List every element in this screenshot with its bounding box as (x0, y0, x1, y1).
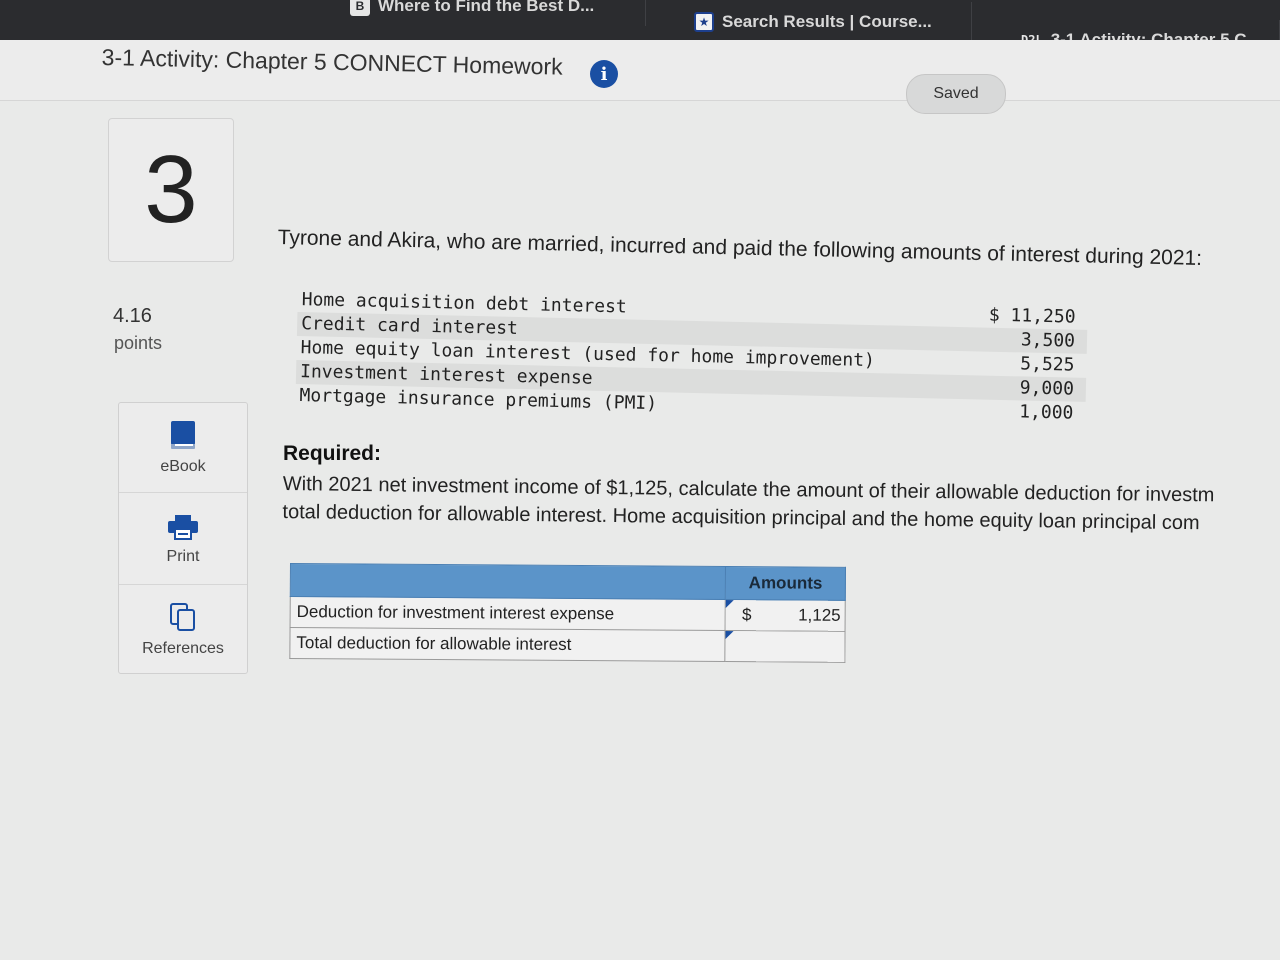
star-favicon-icon: ★ (694, 12, 714, 32)
print-label: Print (166, 547, 200, 565)
required-flag-icon (726, 600, 735, 609)
amounts-header: Amounts (725, 566, 846, 601)
investment-interest-deduction-cell[interactable]: $ 1,125 (725, 599, 846, 632)
problem-prompt: Tyrone and Akira, who are married, incur… (277, 226, 1203, 270)
points-label: points (114, 333, 163, 353)
table-row: Deduction for investment interest expens… (290, 596, 846, 632)
assignment-header: 3-1 Activity: Chapter 5 CONNECT Homework… (0, 40, 1280, 114)
references-button[interactable]: References (119, 585, 247, 675)
answer-row-label: Deduction for investment interest expens… (290, 596, 726, 631)
answer-header-blank (290, 563, 726, 600)
browser-tab-search-results[interactable]: ★ Search Results | Course... (650, 2, 972, 42)
browser-tab-find-best[interactable]: B Where to Find the Best D... (350, 0, 646, 26)
table-row: Total deduction for allowable interest (289, 627, 846, 663)
interest-amount: 1,000 (1018, 401, 1074, 424)
interest-amount: 9,000 (1019, 377, 1075, 400)
ebook-label: eBook (160, 457, 206, 475)
references-label: References (142, 640, 224, 657)
points-value: 4.16 (113, 305, 152, 327)
book-icon (171, 420, 195, 449)
browser-tab-strip: B Where to Find the Best D... ★ Search R… (0, 0, 1280, 60)
info-icon[interactable]: i (590, 60, 618, 88)
page-title: 3-1 Activity: Chapter 5 CONNECT Homework (101, 44, 563, 80)
answer-header-row: Amounts (290, 563, 846, 601)
site-favicon-icon: B (350, 0, 370, 16)
interest-amounts-table: Home acquisition debt interest $ 11,250 … (295, 288, 1088, 426)
ebook-button[interactable]: eBook (119, 403, 247, 493)
interest-amount: 5,525 (1020, 353, 1075, 376)
interest-amount: $ 11,250 (988, 304, 1076, 328)
required-instructions: With 2021 net investment income of $1,12… (282, 470, 1280, 539)
investment-interest-deduction-value[interactable]: 1,125 (798, 606, 841, 626)
tab-label: Where to Find the Best D... (378, 0, 595, 15)
answer-row-label: Total deduction for allowable interest (289, 627, 726, 662)
print-button[interactable]: Print (119, 495, 247, 585)
tab-label: Search Results | Course... (722, 12, 932, 31)
copy-icon (170, 603, 195, 631)
required-heading: Required: (283, 442, 382, 465)
question-tools: eBook Print References (118, 402, 248, 674)
currency-symbol: $ (741, 605, 752, 625)
question-number: 3 (144, 136, 198, 243)
answer-table: Amounts Deduction for investment interes… (289, 563, 846, 663)
question-number-box[interactable]: 3 (108, 118, 234, 262)
interest-amount: 3,500 (1020, 329, 1076, 352)
total-interest-deduction-cell[interactable] (725, 630, 846, 663)
printer-icon (168, 514, 198, 540)
saved-status-badge: Saved (906, 74, 1006, 114)
total-interest-deduction-input[interactable] (727, 633, 842, 660)
